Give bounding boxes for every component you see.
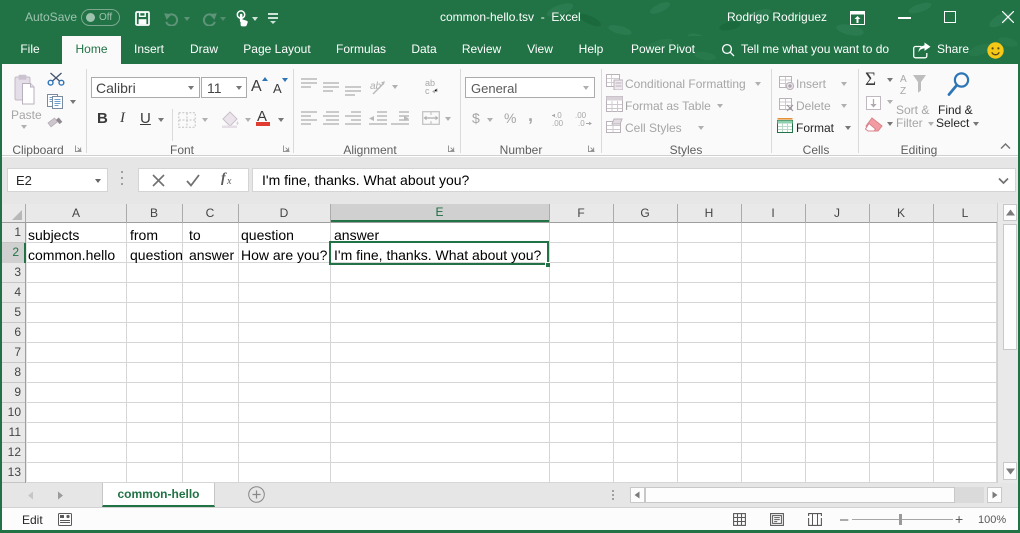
svg-text:A: A — [900, 74, 907, 85]
svg-text:.0: .0 — [555, 112, 562, 120]
svg-text:c: c — [425, 86, 430, 95]
svg-text:Z: Z — [900, 86, 906, 96]
svg-text:.00: .00 — [552, 119, 564, 127]
svg-text:.0: .0 — [578, 119, 585, 127]
